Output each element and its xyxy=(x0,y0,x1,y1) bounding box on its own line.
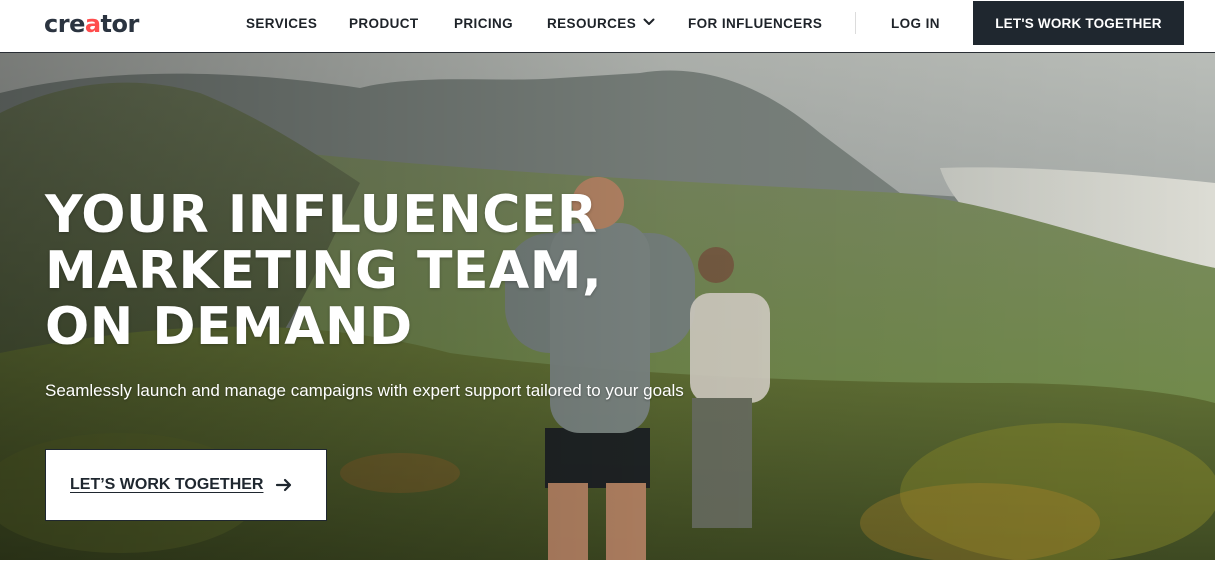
headline-line-3: ON DEMAND xyxy=(45,297,413,357)
headline-line-2: MARKETING TEAM, xyxy=(45,241,603,301)
nav-product[interactable]: PRODUCT xyxy=(349,14,419,34)
page-bottom-strip xyxy=(0,560,1215,587)
nav-divider xyxy=(855,12,856,34)
headline-line-1: YOUR INFLUENCER xyxy=(45,185,598,245)
hero-cta-button[interactable]: LET’S WORK TOGETHER xyxy=(45,449,327,521)
logo-text-accent: a xyxy=(84,10,101,38)
nav-login[interactable]: LOG IN xyxy=(891,14,940,34)
hero-section: YOUR INFLUENCER MARKETING TEAM, ON DEMAN… xyxy=(0,53,1215,560)
logo-text-start: cre xyxy=(44,10,85,38)
nav-pricing[interactable]: PRICING xyxy=(454,14,513,34)
creator-logo[interactable]: creator xyxy=(44,9,139,39)
nav-for-influencers[interactable]: FOR INFLUENCERS xyxy=(688,14,822,34)
hero-headline: YOUR INFLUENCER MARKETING TEAM, ON DEMAN… xyxy=(45,187,745,355)
nav-resources[interactable]: RESOURCES xyxy=(547,14,636,34)
site-header: creator SERVICES PRODUCT PRICING RESOURC… xyxy=(0,0,1215,53)
arrow-right-icon xyxy=(276,478,292,492)
hero-cta-label: LET’S WORK TOGETHER xyxy=(70,476,264,493)
hero-content: YOUR INFLUENCER MARKETING TEAM, ON DEMAN… xyxy=(0,53,1215,560)
chevron-down-icon[interactable] xyxy=(642,15,656,29)
nav-services[interactable]: SERVICES xyxy=(246,14,317,34)
header-cta-button[interactable]: LET'S WORK TOGETHER xyxy=(973,1,1184,45)
hero-subheadline: Seamlessly launch and manage campaigns w… xyxy=(45,381,684,400)
logo-text-end: tor xyxy=(100,10,140,38)
